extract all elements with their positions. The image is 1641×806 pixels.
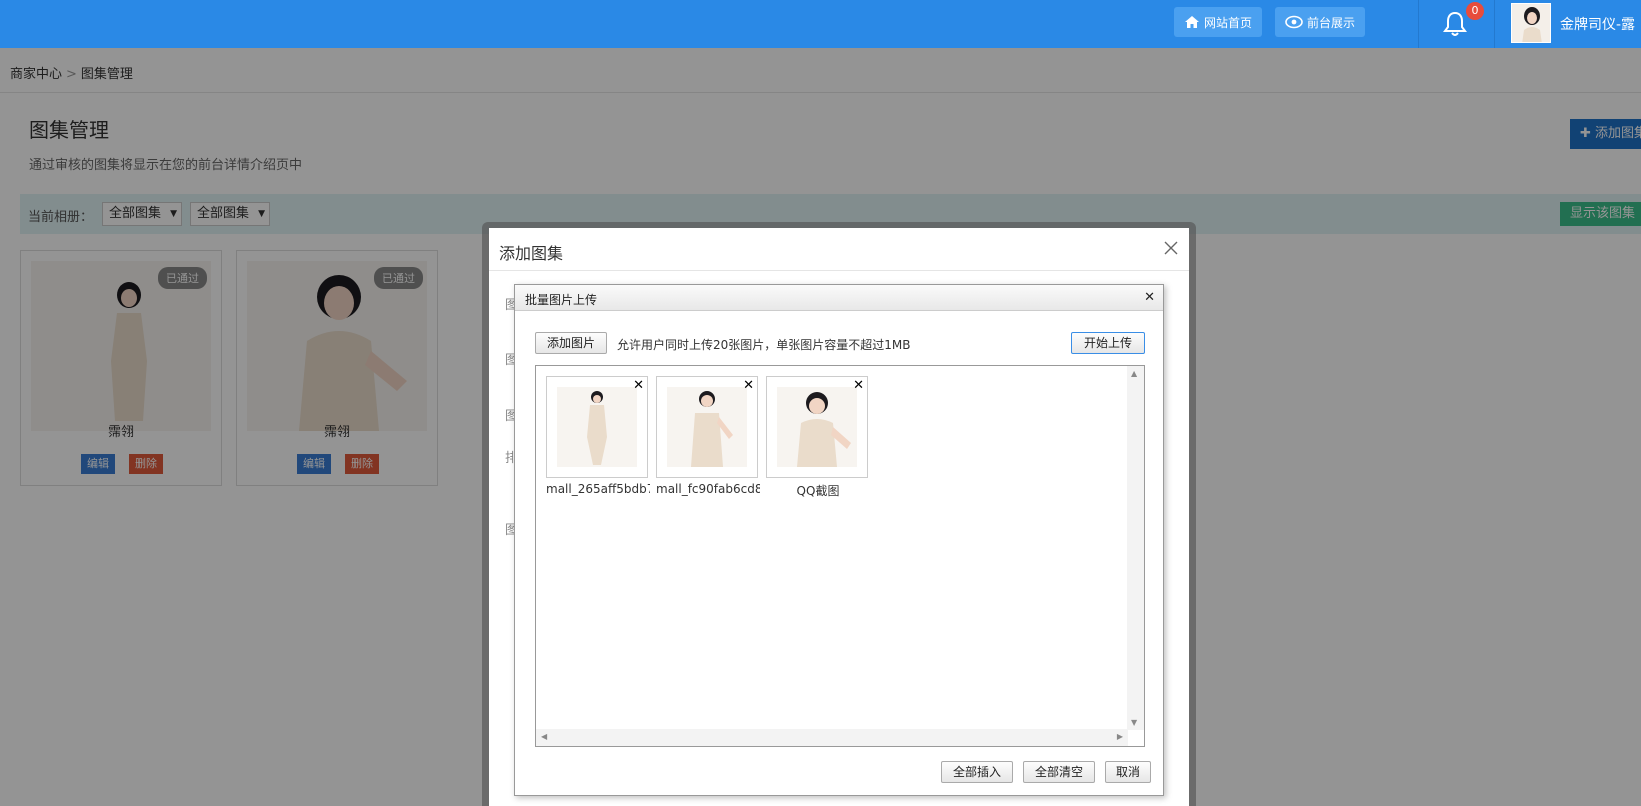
insert-all-button[interactable]: 全部插入 [941, 761, 1013, 783]
thumb-image [777, 387, 857, 467]
username[interactable]: 金牌司仪-露 [1560, 14, 1635, 34]
dialog-header: 批量图片上传 ✕ [515, 285, 1163, 311]
divider [1494, 0, 1495, 48]
image-thumb[interactable]: ✕ [766, 376, 868, 478]
notification-badge: 0 [1466, 2, 1484, 20]
eye-icon [1285, 15, 1303, 29]
divider [489, 270, 1189, 271]
divider [1418, 0, 1419, 48]
top-bar: 网站首页 前台展示 0 金牌司仪-露 [0, 0, 1641, 48]
avatar[interactable] [1511, 3, 1551, 43]
remove-image-icon[interactable]: ✕ [743, 378, 754, 393]
vertical-scrollbar[interactable]: ▲ ▼ [1127, 366, 1144, 730]
remove-image-icon[interactable]: ✕ [853, 378, 864, 393]
person-photo-icon [691, 391, 733, 467]
horizontal-scrollbar[interactable]: ◀ ▶ [536, 729, 1128, 746]
file-name: QQ截图 [796, 484, 840, 498]
clear-all-button[interactable]: 全部清空 [1023, 761, 1095, 783]
file-name: mall_fc90fab6cd8a [656, 482, 760, 496]
person-photo-icon [587, 391, 607, 465]
person-photo-icon [797, 392, 851, 467]
add-image-button[interactable]: 添加图片 [535, 332, 607, 354]
home-button[interactable]: 网站首页 [1174, 7, 1263, 37]
upload-hint: 允许用户同时上传20张图片，单张图片容量不超过1MB [617, 338, 911, 352]
home-label: 网站首页 [1204, 15, 1253, 30]
scroll-up-icon[interactable]: ▲ [1131, 369, 1137, 378]
file-name: mall_265aff5bdb7e [546, 482, 650, 496]
image-thumb[interactable]: ✕ [656, 376, 758, 478]
front-display-button[interactable]: 前台展示 [1275, 7, 1366, 37]
scroll-right-icon[interactable]: ▶ [1117, 732, 1123, 741]
image-gallery: ✕ mall_265aff5bdb7e ✕ mall_fc90fab6cd8a … [535, 365, 1145, 747]
dialog-title: 批量图片上传 [525, 293, 598, 307]
front-display-label: 前台展示 [1307, 15, 1356, 30]
close-icon[interactable]: ✕ [1144, 290, 1155, 305]
remove-image-icon[interactable]: ✕ [633, 378, 644, 393]
home-icon [1185, 16, 1199, 28]
scroll-down-icon[interactable]: ▼ [1131, 718, 1137, 727]
thumb-image [667, 387, 747, 467]
batch-upload-dialog: 批量图片上传 ✕ 添加图片 允许用户同时上传20张图片，单张图片容量不超过1MB… [514, 284, 1164, 796]
thumb-image [557, 387, 637, 467]
user-photo-icon [1522, 7, 1542, 42]
start-upload-button[interactable]: 开始上传 [1071, 332, 1145, 354]
cancel-button[interactable]: 取消 [1105, 761, 1151, 783]
close-icon[interactable] [1163, 240, 1179, 256]
scroll-left-icon[interactable]: ◀ [541, 732, 547, 741]
image-thumb[interactable]: ✕ [546, 376, 648, 478]
modal-title: 添加图集 [499, 244, 564, 263]
